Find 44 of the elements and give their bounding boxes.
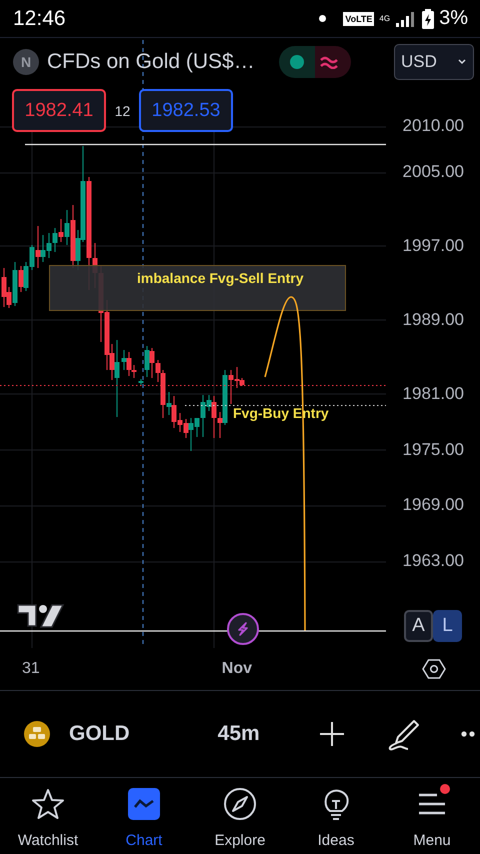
chevron-down-icon [457, 59, 467, 65]
market-status-toggle[interactable] [278, 46, 351, 78]
logo-icon [17, 604, 64, 628]
symbol-logo: N [13, 49, 39, 75]
lightning-button[interactable] [227, 613, 259, 645]
symbol-title[interactable]: CFDs on Gold (US$… [47, 50, 255, 74]
symbol-button[interactable]: GOLD [69, 722, 130, 746]
sell-price-button[interactable]: 1982.41 [12, 89, 106, 132]
buy-price-button[interactable]: 1982.53 [139, 89, 233, 132]
nav-tab[interactable]: Explore [192, 778, 288, 854]
network-badge: VoLTE [343, 12, 374, 26]
notification-dot-icon [319, 15, 326, 22]
compass-icon [223, 787, 257, 821]
price-axis-label: 1963.00 [402, 550, 464, 571]
price-axis-label: 1989.00 [402, 310, 464, 330]
settings-icon[interactable] [422, 658, 446, 680]
price-axis-label: 1975.00 [402, 440, 464, 460]
nav-tab[interactable]: Chart [96, 778, 192, 854]
time-axis-label: 31 [22, 660, 40, 678]
battery-level: 3% [439, 7, 468, 30]
chart-annotation: imbalance Fvg-Sell Entry [137, 270, 304, 286]
star-icon [31, 787, 65, 821]
nav-tab[interactable]: Menu [384, 778, 480, 854]
interval-button[interactable]: 45m [218, 722, 260, 746]
nav-tab[interactable]: Ideas [288, 778, 384, 854]
price-axis-label: 2010.00 [402, 116, 464, 136]
currency-select[interactable]: USD [394, 44, 474, 80]
plus-icon[interactable] [318, 720, 346, 748]
scale-mode-button[interactable]: L [433, 610, 462, 642]
scale-mode-button[interactable]: A [404, 610, 433, 642]
clock: 12:46 [13, 6, 66, 30]
price-axis-label: 1969.00 [402, 495, 464, 516]
battery-charging-icon [422, 8, 434, 28]
wave-icon [318, 55, 339, 69]
more-icon[interactable] [460, 731, 475, 737]
time-axis-label: Nov [222, 660, 252, 678]
nav-tab[interactable]: Watchlist [0, 778, 96, 854]
bullion-icon [23, 720, 51, 748]
chart-icon [127, 787, 161, 821]
price-axis-label: 2005.00 [402, 162, 464, 182]
spread-value: 12 [114, 102, 132, 118]
network-type: 4G [379, 14, 390, 23]
price-axis-label: 1981.00 [402, 384, 464, 404]
price-axis-label: 1997.00 [402, 236, 464, 256]
